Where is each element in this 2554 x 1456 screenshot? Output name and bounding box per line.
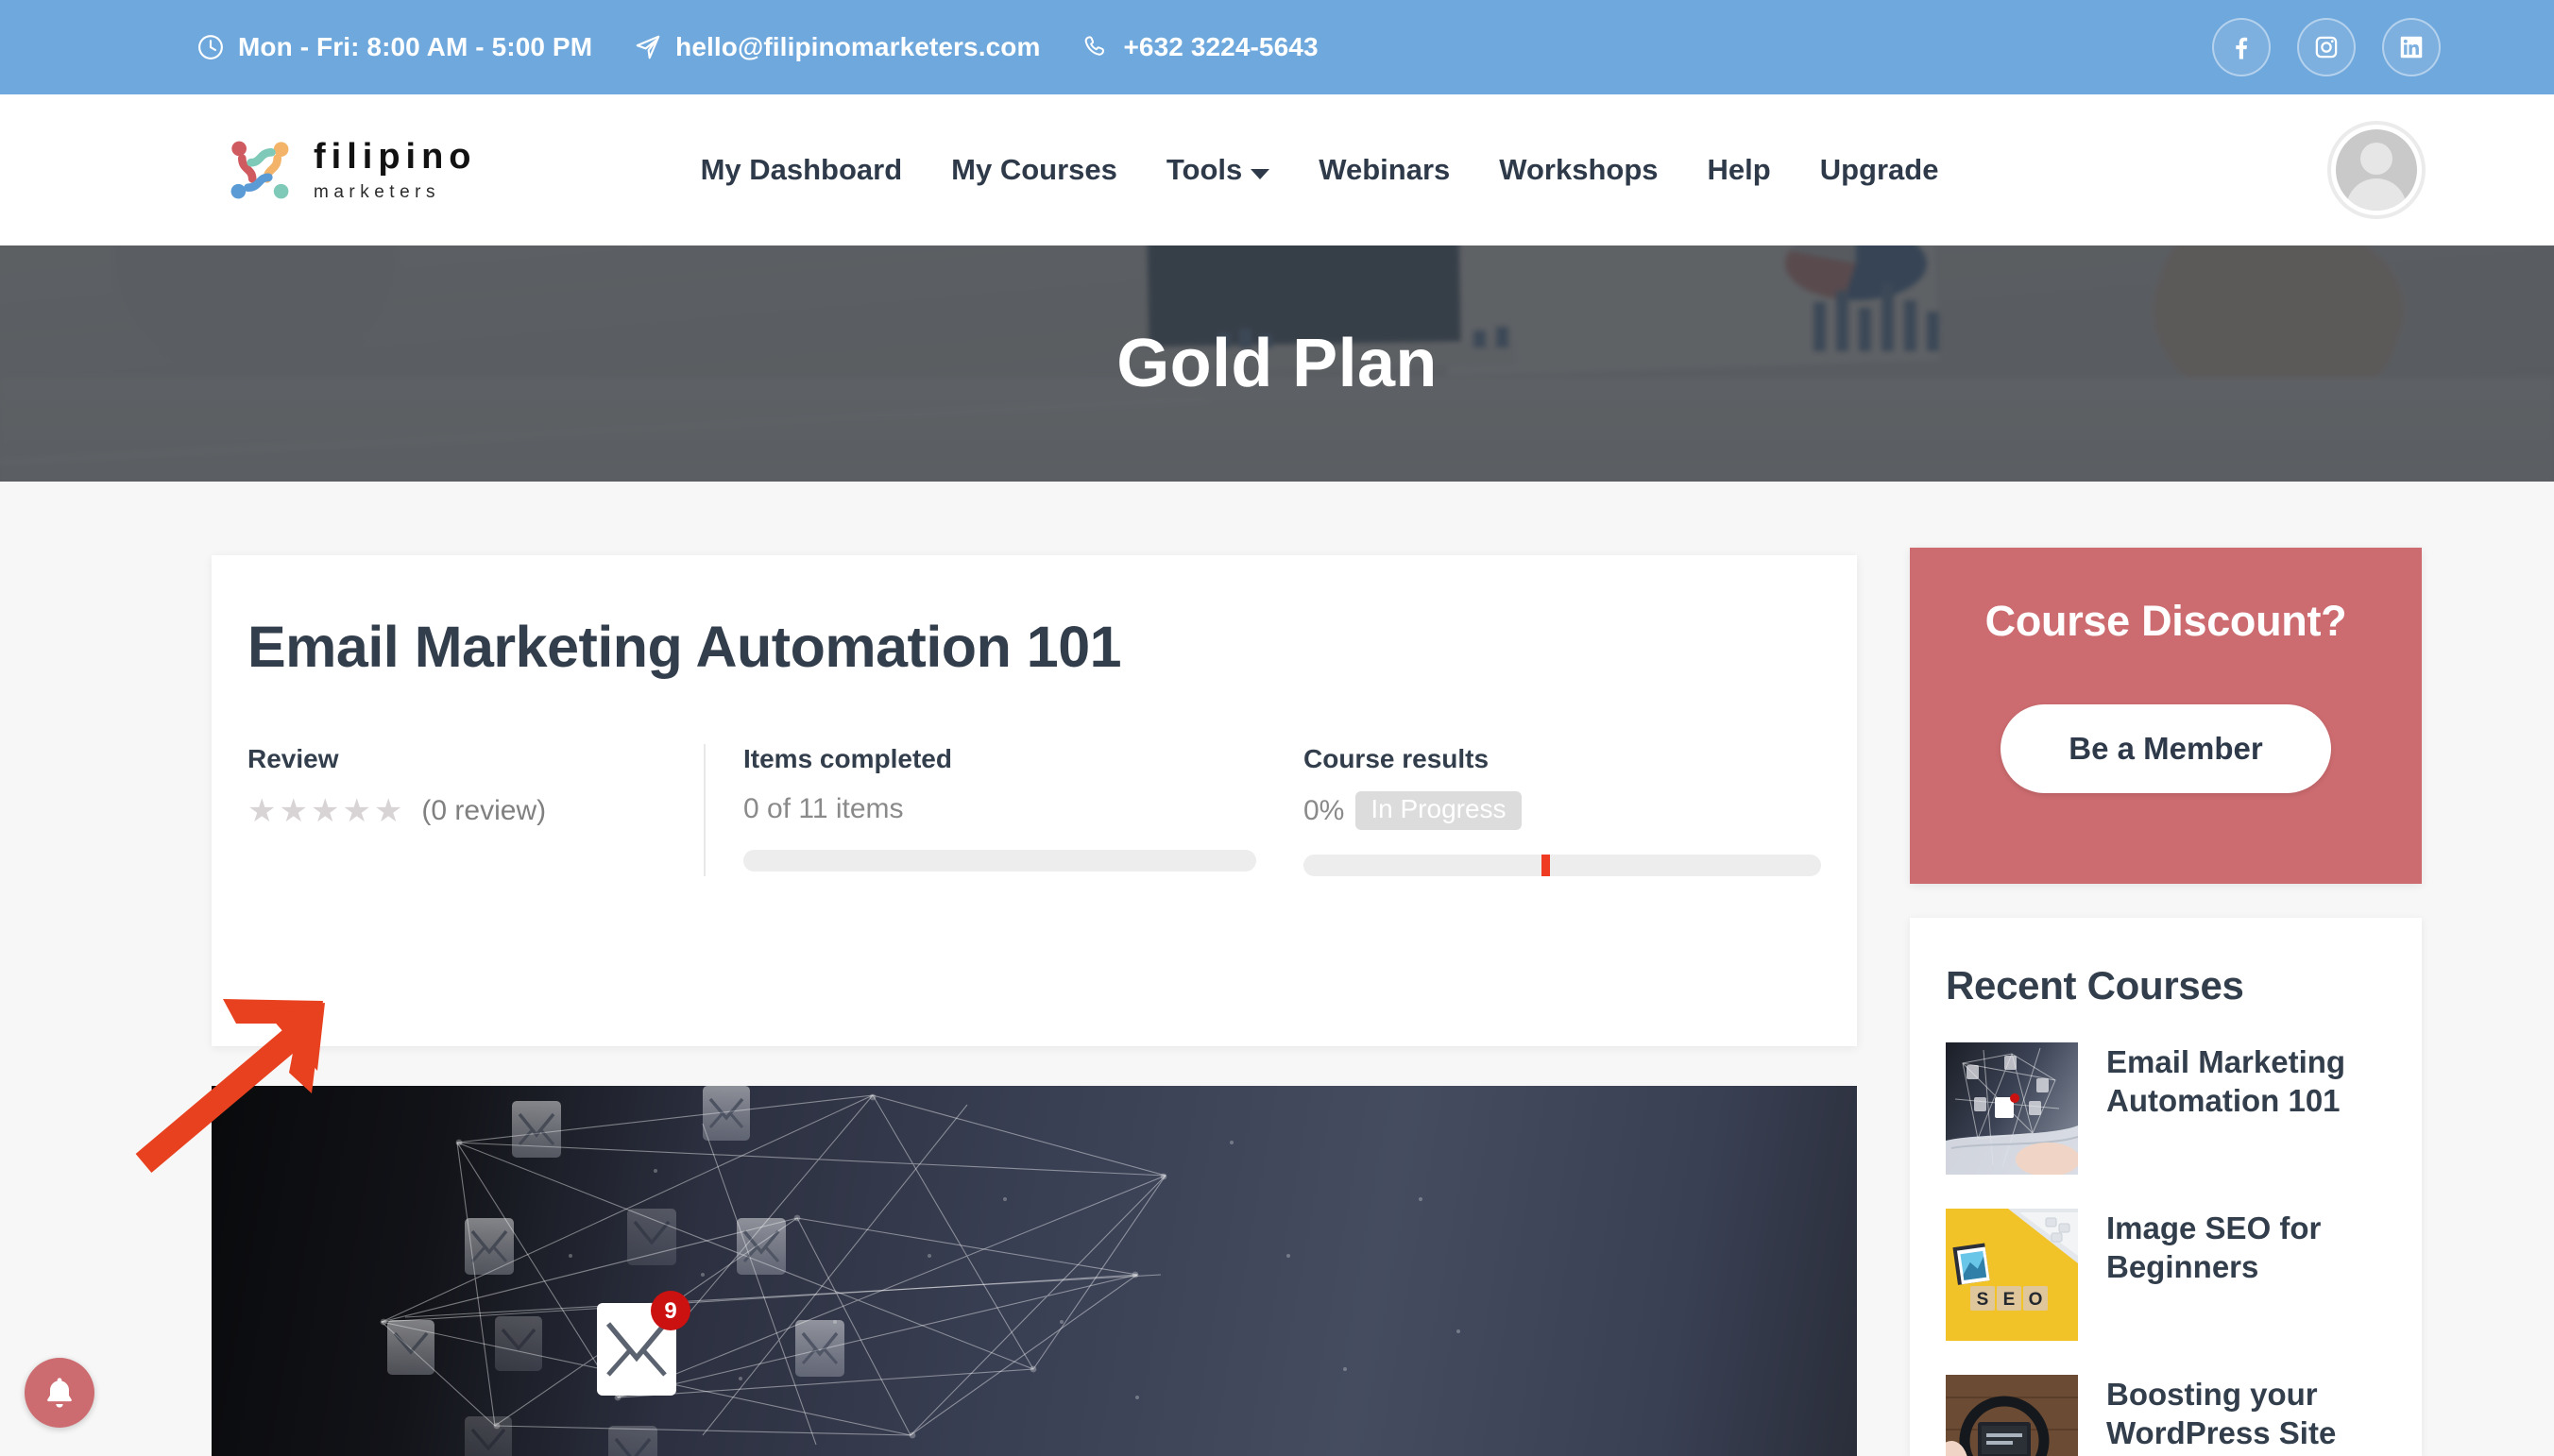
main-navigation: My Dashboard My Courses Tools Webinars W… — [0, 153, 2554, 187]
stat-review: Review ★ ★ ★ ★ ★ (0 review) — [247, 744, 704, 876]
stat-items-label: Items completed — [743, 744, 952, 773]
facebook-icon[interactable] — [2212, 18, 2271, 76]
recent-course-item[interactable]: Email Marketing Automation 101 — [1910, 1042, 2422, 1175]
social-links — [2212, 18, 2441, 76]
recent-course-title: Boosting your WordPress Site — [2106, 1377, 2337, 1451]
office-hours-text: Mon - Fri: 8:00 AM - 5:00 PM — [238, 32, 593, 61]
email-network-illustration: 9 — [380, 1086, 1460, 1456]
results-progress-bar — [1303, 855, 1821, 876]
recent-course-title: Image SEO for Beginners — [2106, 1211, 2322, 1285]
paper-plane-icon — [636, 35, 660, 59]
recent-course-item[interactable]: S E O Image SEO for Beginners — [1910, 1209, 2422, 1341]
progress-marker — [1541, 855, 1551, 876]
nav-item-upgrade[interactable]: Upgrade — [1820, 153, 1939, 187]
nav-label: My Dashboard — [700, 153, 903, 186]
nav-label: Tools — [1166, 153, 1243, 186]
topbar-contact-group: Mon - Fri: 8:00 AM - 5:00 PM hello@filip… — [196, 32, 1319, 62]
course-thumbnail — [1946, 1042, 2078, 1175]
stat-review-label: Review — [247, 744, 339, 773]
status-badge: In Progress — [1355, 791, 1522, 830]
be-a-member-button[interactable]: Be a Member — [2001, 704, 2331, 793]
star-icon[interactable]: ★ — [342, 795, 370, 827]
page-root: Mon - Fri: 8:00 AM - 5:00 PM hello@filip… — [0, 0, 2554, 1456]
phone-icon — [1085, 36, 1105, 56]
star-icon[interactable]: ★ — [279, 795, 307, 827]
instagram-icon[interactable] — [2297, 18, 2356, 76]
avatar-placeholder-icon — [2336, 129, 2417, 211]
stat-items-value: 0 of 11 items — [743, 793, 904, 824]
recent-courses-title: Recent Courses — [1946, 963, 2244, 1007]
discount-title: Course Discount? — [1984, 597, 2347, 645]
contact-phone[interactable]: +632 3224-5643 — [1081, 32, 1319, 62]
site-header: filipino marketers My Dashboard My Cours… — [0, 94, 2554, 245]
page-title: Gold Plan — [1116, 326, 1438, 401]
top-info-bar: Mon - Fri: 8:00 AM - 5:00 PM hello@filip… — [0, 0, 2554, 94]
results-percent: 0% — [1303, 794, 1345, 826]
clock-icon — [198, 35, 223, 59]
nav-item-help[interactable]: Help — [1708, 153, 1771, 187]
nav-item-webinars[interactable]: Webinars — [1319, 153, 1450, 187]
recent-courses-card: Recent Courses Email Marketing Automatio… — [1910, 918, 2422, 1456]
rating-row: ★ ★ ★ ★ ★ (0 review) — [247, 795, 666, 827]
stat-course-results: Course results 0% In Progress — [1266, 744, 1821, 876]
envelope-badge-count: 9 — [664, 1298, 676, 1324]
contact-email[interactable]: hello@filipinomarketers.com — [634, 32, 1040, 62]
review-count: (0 review) — [421, 795, 547, 826]
nav-item-my-courses[interactable]: My Courses — [951, 153, 1117, 187]
star-rating[interactable]: ★ ★ ★ ★ ★ — [247, 795, 402, 827]
course-thumbnail — [1946, 1375, 2078, 1456]
star-icon[interactable]: ★ — [374, 795, 402, 827]
nav-label: Workshops — [1499, 153, 1659, 186]
course-discount-card: Course Discount? Be a Member — [1910, 548, 2422, 884]
results-status-row: 0% In Progress — [1303, 791, 1795, 830]
nav-item-workshops[interactable]: Workshops — [1499, 153, 1658, 187]
star-icon[interactable]: ★ — [247, 795, 276, 827]
items-progress-bar — [743, 850, 1256, 872]
chevron-down-icon — [1251, 168, 1270, 179]
recent-courses-list: Email Marketing Automation 101 S E O Ima… — [1910, 1042, 2422, 1456]
stat-items-completed: Items completed 0 of 11 items — [704, 744, 1266, 876]
svg-text:S: S — [1977, 1290, 1989, 1310]
stat-results-label: Course results — [1303, 744, 1490, 773]
nav-label: Upgrade — [1819, 153, 1939, 186]
office-hours: Mon - Fri: 8:00 AM - 5:00 PM — [196, 32, 592, 62]
nav-label: My Courses — [951, 153, 1117, 186]
page-hero-banner: Gold Plan — [0, 245, 2554, 482]
nav-item-my-dashboard[interactable]: My Dashboard — [701, 153, 903, 187]
nav-label: Help — [1707, 153, 1771, 186]
recent-course-title: Email Marketing Automation 101 — [2106, 1044, 2346, 1119]
contact-phone-text: +632 3224-5643 — [1123, 32, 1319, 61]
svg-text:O: O — [2029, 1290, 2043, 1310]
course-stats-row: Review ★ ★ ★ ★ ★ (0 review) Items comple… — [247, 744, 1821, 876]
course-feature-image: 9 — [212, 1086, 1857, 1456]
content-area: Email Marketing Automation 101 Review ★ … — [0, 482, 2554, 1456]
avatar[interactable] — [2327, 121, 2426, 219]
linkedin-icon[interactable] — [2382, 18, 2441, 76]
notification-bell-button[interactable] — [25, 1358, 94, 1428]
nav-label: Webinars — [1319, 153, 1451, 186]
bell-icon — [47, 1378, 72, 1408]
svg-text:E: E — [2003, 1290, 2016, 1310]
contact-email-text: hello@filipinomarketers.com — [675, 32, 1041, 61]
nav-item-tools[interactable]: Tools — [1166, 153, 1270, 187]
course-title: Email Marketing Automation 101 — [247, 615, 1122, 679]
recent-course-item[interactable]: Boosting your WordPress Site — [1910, 1375, 2422, 1456]
star-icon[interactable]: ★ — [311, 795, 339, 827]
course-thumbnail: S E O — [1946, 1209, 2078, 1341]
main-envelope-icon: 9 — [597, 1291, 690, 1396]
course-summary-card: Email Marketing Automation 101 Review ★ … — [212, 555, 1857, 1046]
